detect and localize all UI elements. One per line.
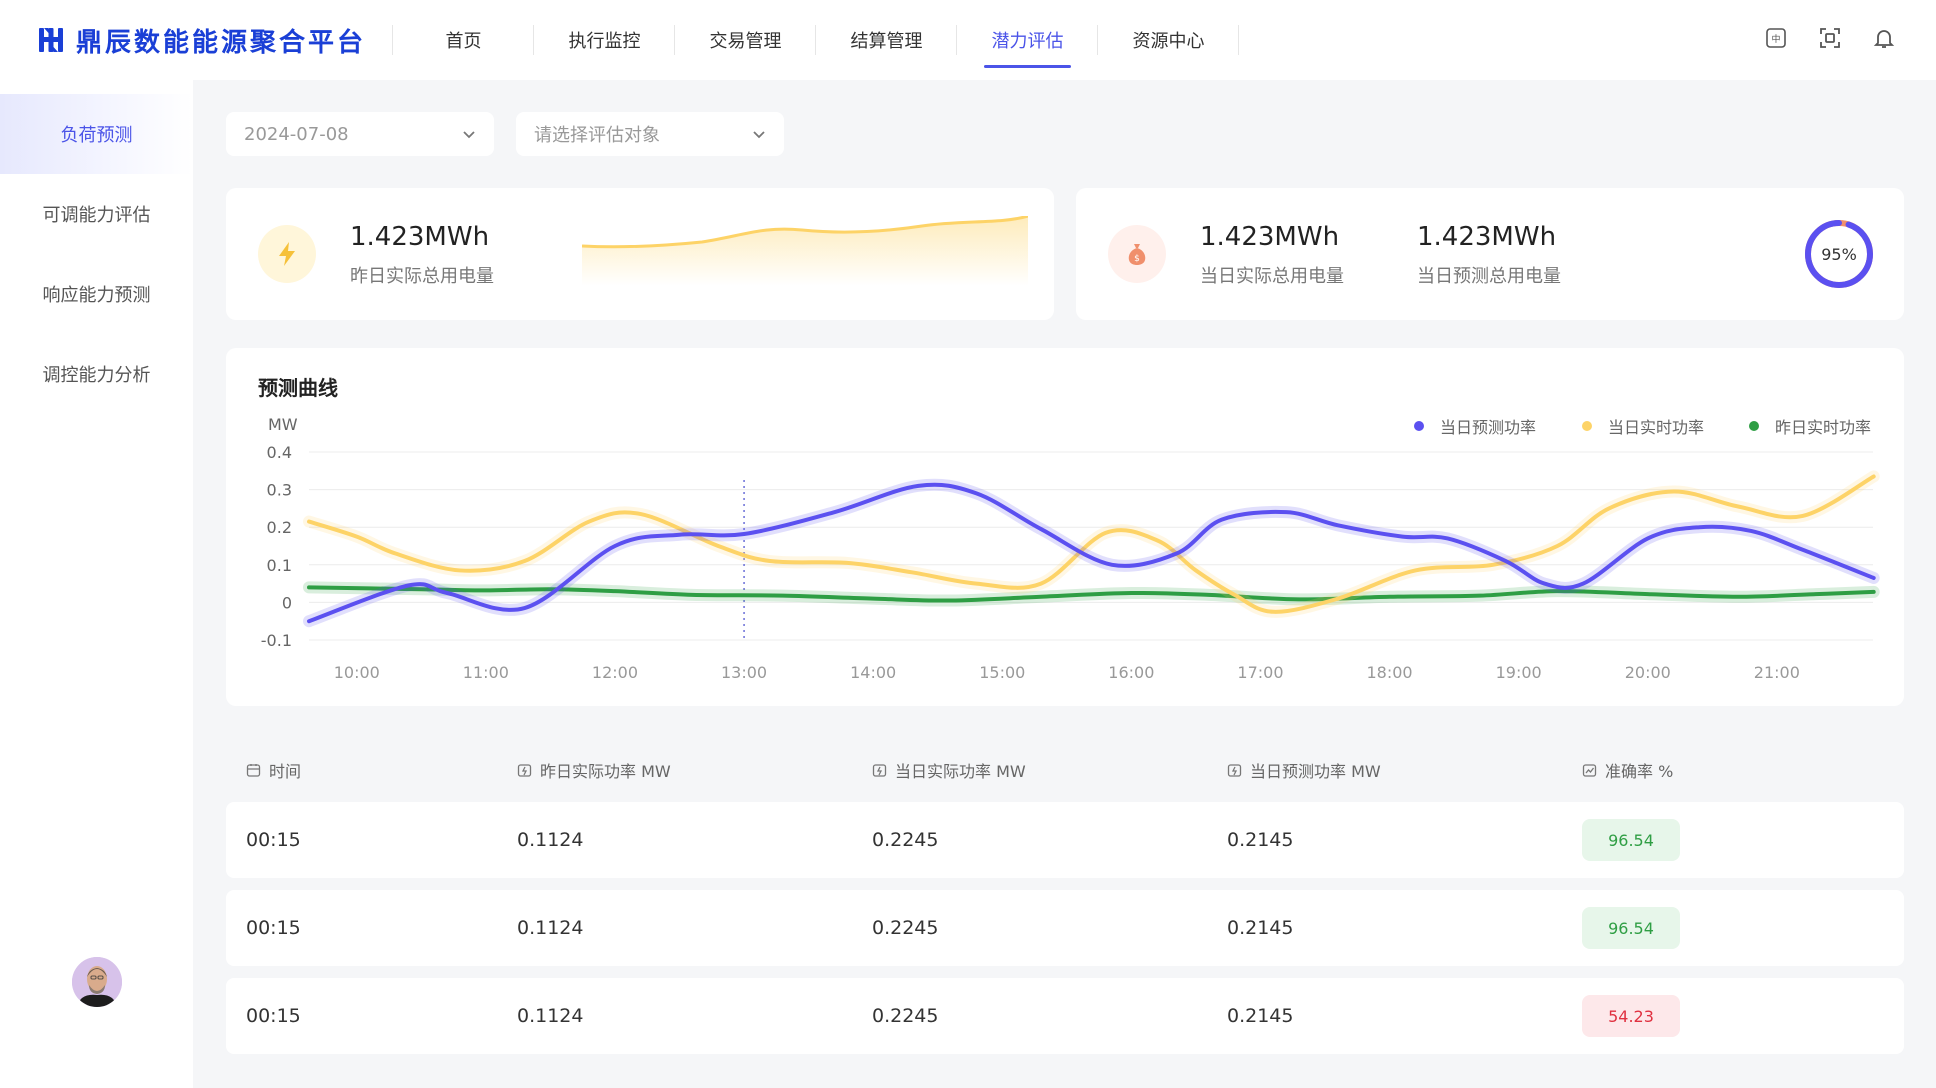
table-cell-yesterday: 0.1124 [517,1005,584,1027]
table-cell-today-forecast: 0.2145 [1227,1005,1294,1027]
x-tick-label: 17:00 [1237,663,1283,682]
x-tick-label: 14:00 [850,663,896,682]
x-tick-label: 20:00 [1625,663,1671,682]
accuracy-badge: 96.54 [1582,819,1680,861]
table-cell-yesterday: 0.1124 [517,917,584,939]
accuracy-badge: 54.23 [1582,995,1680,1037]
table-cell-today-forecast: 0.2145 [1227,917,1294,939]
table-column-header[interactable]: 当日预测功率 MW [1227,758,1381,782]
x-tick-label: 19:00 [1496,663,1542,682]
table-column-header[interactable]: 昨日实际功率 MW [517,758,671,782]
table-cell-time: 00:15 [246,1005,301,1027]
y-tick-label: 0.4 [267,443,292,462]
x-tick-label: 16:00 [1108,663,1154,682]
x-tick-label: 13:00 [721,663,767,682]
table-row[interactable]: 00:15 0.1124 0.2245 0.2145 54.23 [226,978,1904,1054]
table-column-label: 准确率 % [1605,762,1674,781]
table-cell-time: 00:15 [246,917,301,939]
table-cell-today-actual: 0.2245 [872,917,939,939]
x-tick-label: 21:00 [1754,663,1800,682]
table-column-label: 当日预测功率 MW [1250,762,1381,781]
power-icon [1227,763,1242,777]
table-column-header[interactable]: 准确率 % [1582,758,1673,782]
x-tick-label: 12:00 [592,663,638,682]
table-row[interactable]: 00:15 0.1124 0.2245 0.2145 96.54 [226,890,1904,966]
accuracy-badge: 96.54 [1582,907,1680,949]
y-tick-label: 0.1 [267,556,292,575]
y-tick-label: -0.1 [261,631,292,650]
calendar-icon [246,763,261,777]
table-column-label: 时间 [269,762,302,781]
y-tick-label: 0 [282,593,292,612]
table-cell-today-actual: 0.2245 [872,829,939,851]
table-row[interactable]: 00:15 0.1124 0.2245 0.2145 96.54 [226,802,1904,878]
table-cell-yesterday: 0.1124 [517,829,584,851]
x-tick-label: 15:00 [979,663,1025,682]
x-tick-label: 11:00 [463,663,509,682]
table-column-label: 当日实际功率 MW [895,762,1026,781]
power-icon [517,763,532,777]
table-cell-time: 00:15 [246,829,301,851]
power-icon [872,763,887,777]
table-cell-today-actual: 0.2245 [872,1005,939,1027]
y-tick-label: 0.2 [267,518,292,537]
table-column-header[interactable]: 时间 [246,758,301,782]
table-column-header[interactable]: 当日实际功率 MW [872,758,1026,782]
table-cell-today-forecast: 0.2145 [1227,829,1294,851]
chart-icon [1582,763,1597,777]
y-axis-unit: MW [268,415,298,434]
y-tick-label: 0.3 [267,481,292,500]
table-column-label: 昨日实际功率 MW [540,762,671,781]
x-tick-label: 18:00 [1367,663,1413,682]
x-tick-label: 10:00 [334,663,380,682]
